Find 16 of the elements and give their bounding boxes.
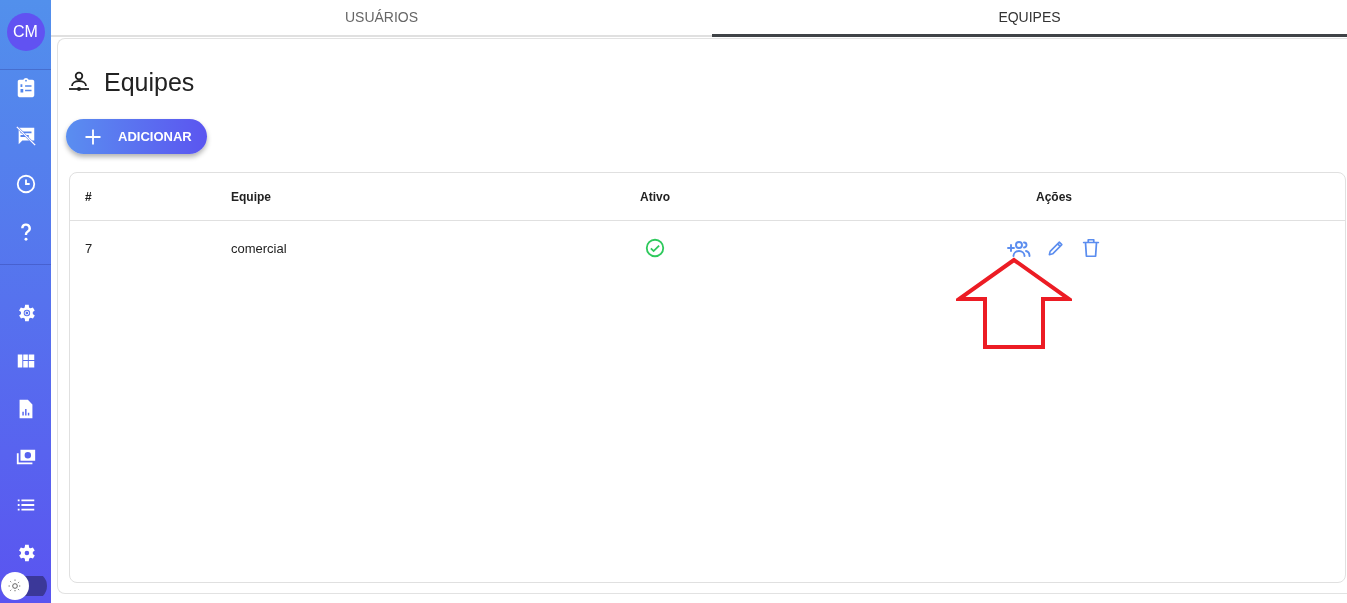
column-header: # xyxy=(84,189,93,204)
team-icon xyxy=(67,70,91,94)
clock-icon[interactable] xyxy=(14,173,37,195)
column-header: Ações xyxy=(1035,189,1073,204)
tab[interactable]: USUÁRIOS xyxy=(51,0,712,37)
page-title: Equipes xyxy=(104,67,195,97)
column-header: Ativo xyxy=(639,189,671,204)
avatar[interactable]: CM xyxy=(6,13,45,51)
add-button[interactable]: ADICIONAR xyxy=(66,119,207,154)
column-header: Equipe xyxy=(230,189,272,204)
sun-icon xyxy=(8,579,22,593)
message-off-icon[interactable] xyxy=(14,125,37,147)
table-cell-text: 7 xyxy=(84,240,94,256)
pencil-icon[interactable] xyxy=(1046,238,1066,258)
table-cell-text: comercial xyxy=(230,240,288,256)
trash-icon[interactable] xyxy=(1080,237,1102,259)
